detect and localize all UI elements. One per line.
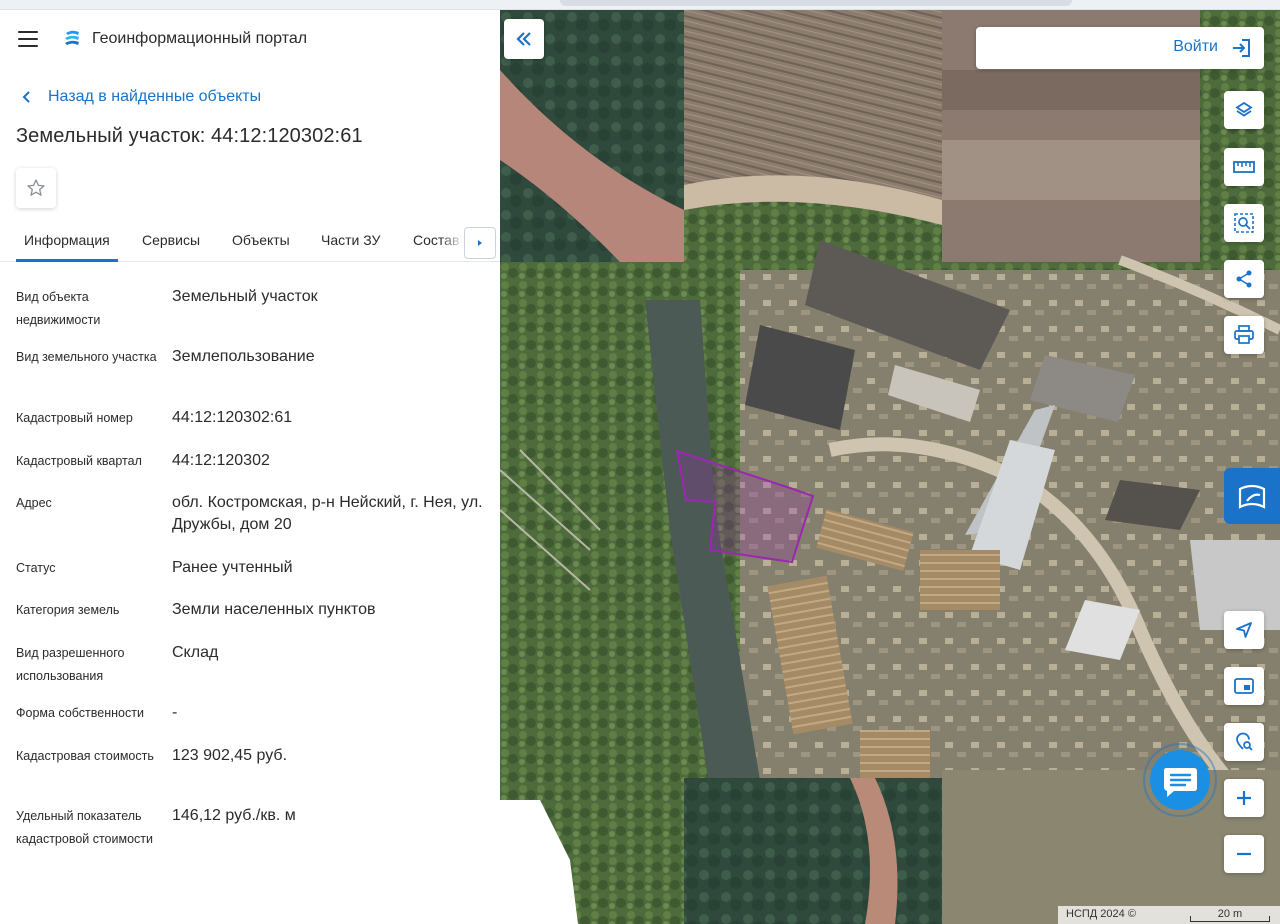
login-label: Войти bbox=[1173, 38, 1218, 55]
minimap-button[interactable] bbox=[1224, 667, 1264, 705]
info-value: Землепользование bbox=[172, 348, 315, 365]
login-icon bbox=[1233, 39, 1250, 57]
info-value: 44:12:120302 bbox=[172, 452, 270, 469]
info-value: - bbox=[172, 704, 178, 721]
zoom-out-icon bbox=[1237, 852, 1251, 856]
map-pin-book-icon bbox=[1238, 484, 1266, 509]
geo-search-icon bbox=[1236, 732, 1253, 751]
area-search-button[interactable] bbox=[1224, 204, 1264, 242]
info-panel: Геоинформационный портал Назад в найденн… bbox=[0, 10, 500, 924]
back-link-label: Назад в найденные объекты bbox=[48, 88, 262, 105]
collapse-panel-button[interactable] bbox=[504, 19, 544, 59]
info-value: 123 902,45 руб. bbox=[172, 747, 288, 764]
tab-information[interactable]: Информация bbox=[24, 232, 110, 248]
zoom-out-button[interactable] bbox=[1224, 835, 1264, 873]
tabs-scroll-right-button[interactable] bbox=[464, 227, 496, 259]
chevron-left-icon bbox=[22, 91, 30, 103]
info-value: Земли населенных пунктов bbox=[172, 601, 376, 618]
object-title: Земельный участок: 44:12:120302:61 bbox=[16, 125, 363, 147]
info-label: Кадастровый квартал bbox=[16, 454, 142, 468]
attribution-text: НСПД 2024 © bbox=[1066, 908, 1136, 920]
tab-objects[interactable]: Объекты bbox=[232, 232, 290, 248]
info-label: Статус bbox=[16, 561, 56, 575]
tab-parts[interactable]: Части ЗУ bbox=[321, 232, 380, 248]
info-label: Форма собственности bbox=[16, 706, 144, 720]
zoom-in-button[interactable] bbox=[1224, 779, 1264, 817]
info-label: Категория земель bbox=[16, 603, 120, 617]
menu-icon[interactable] bbox=[18, 31, 38, 47]
tab-services[interactable]: Сервисы bbox=[142, 232, 200, 248]
picture-in-picture-icon bbox=[1234, 678, 1254, 694]
map-attribution: НСПД 2024 © 20 m bbox=[1058, 906, 1280, 924]
info-value: Склад bbox=[172, 644, 219, 661]
info-label: Удельный показатель кадастровой стоимост… bbox=[16, 809, 153, 846]
info-label: Кадастровый номер bbox=[16, 411, 133, 425]
browser-top-strip bbox=[0, 0, 1280, 10]
layers-icon bbox=[1235, 101, 1253, 117]
back-to-results-link[interactable]: Назад в найденные объекты bbox=[18, 86, 261, 108]
info-value: обл. Костромская, р-н Нейский, г. Нея, у… bbox=[172, 494, 483, 533]
zoom-in-icon bbox=[1237, 791, 1251, 805]
app-title: Геоинформационный портал bbox=[92, 30, 308, 47]
double-chevron-left-icon bbox=[516, 32, 531, 46]
triangle-right-icon bbox=[478, 240, 482, 246]
active-tab-indicator bbox=[16, 259, 118, 262]
star-icon bbox=[27, 179, 45, 196]
info-label: Кадастровая стоимость bbox=[16, 749, 154, 763]
login-button[interactable]: Войти bbox=[976, 27, 1264, 69]
scroll-pill bbox=[560, 0, 1072, 6]
geo-search-button[interactable] bbox=[1224, 723, 1264, 761]
tabs-fade bbox=[440, 222, 464, 260]
chat-bubble-icon bbox=[1143, 743, 1217, 817]
info-side-tab[interactable] bbox=[1224, 468, 1280, 524]
info-label: Вид разрешенного использования bbox=[16, 646, 125, 683]
area-search-icon bbox=[1234, 213, 1254, 233]
ruler-button[interactable] bbox=[1224, 148, 1264, 186]
info-label: Вид объекта недвижимости bbox=[16, 290, 101, 327]
info-value: Земельный участок bbox=[172, 288, 318, 305]
ruler-icon bbox=[1233, 161, 1255, 173]
object-tabs: Информация Сервисы Объекты Части ЗУ Сост… bbox=[0, 222, 500, 262]
favorite-button[interactable] bbox=[16, 168, 56, 208]
share-button[interactable] bbox=[1224, 260, 1264, 298]
scale-bar bbox=[1190, 916, 1270, 922]
layers-button[interactable] bbox=[1224, 91, 1264, 129]
info-value: 44:12:120302:61 bbox=[172, 409, 293, 426]
info-label: Вид земельного участка bbox=[16, 350, 157, 364]
share-icon bbox=[1236, 270, 1252, 288]
print-icon bbox=[1234, 325, 1254, 344]
portal-logo-icon bbox=[65, 30, 79, 45]
locate-button[interactable] bbox=[1224, 611, 1264, 649]
chat-button[interactable] bbox=[1140, 742, 1220, 822]
info-value: 146,12 руб./кв. м bbox=[172, 807, 296, 824]
info-value: Ранее учтенный bbox=[172, 559, 293, 576]
print-button[interactable] bbox=[1224, 316, 1264, 354]
info-label: Адрес bbox=[16, 496, 52, 510]
app-header: Геоинформационный портал bbox=[0, 10, 500, 70]
location-arrow-icon bbox=[1236, 622, 1252, 638]
